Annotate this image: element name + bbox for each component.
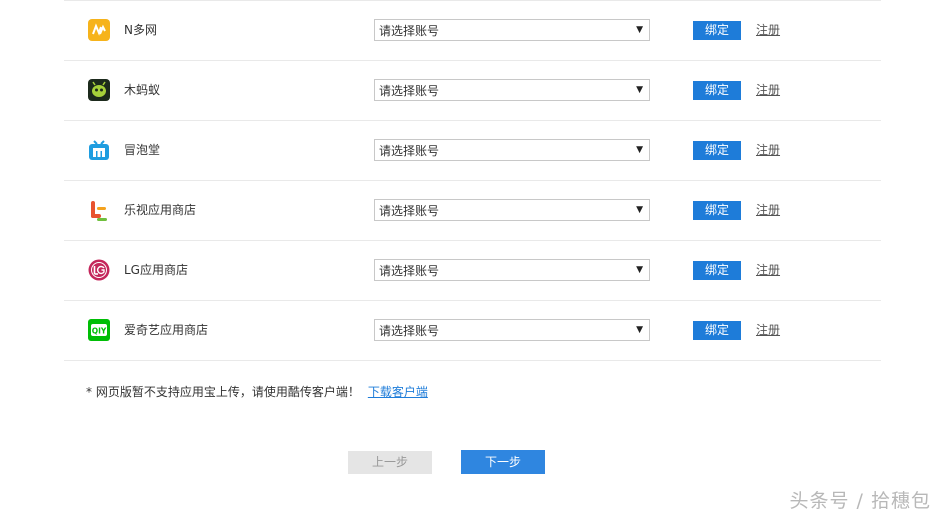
next-step-button[interactable]: 下一步	[461, 450, 545, 474]
bind-button[interactable]: 绑定	[693, 141, 741, 160]
dropdown-arrow-icon: ▼	[636, 145, 643, 155]
lg-icon	[88, 259, 110, 281]
bind-button[interactable]: 绑定	[693, 21, 741, 40]
account-select-value: 请选择账号	[379, 24, 440, 38]
svg-text:QIY: QIY	[92, 327, 107, 336]
letv-icon	[88, 199, 110, 221]
bind-button[interactable]: 绑定	[693, 81, 741, 100]
bind-button[interactable]: 绑定	[693, 321, 741, 340]
dropdown-arrow-icon: ▼	[636, 25, 643, 35]
store-binding-list: N多网 请选择账号 ▼ 绑定 注册 木蚂蚁 请选择账号 ▼ 绑定 注册 冒泡堂 …	[64, 0, 881, 361]
bind-button[interactable]: 绑定	[693, 261, 741, 280]
account-select[interactable]: 请选择账号 ▼	[374, 319, 650, 341]
mumayi-icon	[88, 79, 110, 101]
account-select-value: 请选择账号	[379, 264, 440, 278]
account-select[interactable]: 请选择账号 ▼	[374, 199, 650, 221]
upload-notice: * 网页版暂不支持应用宝上传，请使用酷传客户端！ 下载客户端	[86, 383, 428, 400]
register-link[interactable]: 注册	[756, 181, 780, 240]
store-row-mumayi: 木蚂蚁 请选择账号 ▼ 绑定 注册	[64, 61, 881, 121]
store-row-lg: LG应用商店 请选择账号 ▼ 绑定 注册	[64, 241, 881, 301]
register-link[interactable]: 注册	[756, 1, 780, 60]
maopaotang-icon	[88, 139, 110, 161]
bind-button[interactable]: 绑定	[693, 201, 741, 220]
nduo-icon	[88, 19, 110, 41]
watermark: 头条号 / 拾穗包	[789, 490, 931, 512]
account-select-value: 请选择账号	[379, 324, 440, 338]
account-select-value: 请选择账号	[379, 84, 440, 98]
store-name: 木蚂蚁	[124, 83, 161, 97]
store-name: 冒泡堂	[124, 143, 161, 157]
account-select[interactable]: 请选择账号 ▼	[374, 79, 650, 101]
account-select-value: 请选择账号	[379, 204, 440, 218]
account-select[interactable]: 请选择账号 ▼	[374, 19, 650, 41]
store-name: 爱奇艺应用商店	[124, 323, 209, 337]
account-select[interactable]: 请选择账号 ▼	[374, 259, 650, 281]
dropdown-arrow-icon: ▼	[636, 85, 643, 95]
download-client-link[interactable]: 下载客户端	[368, 385, 428, 399]
prev-step-button[interactable]: 上一步	[348, 451, 432, 474]
dropdown-arrow-icon: ▼	[636, 205, 643, 215]
register-link[interactable]: 注册	[756, 301, 780, 360]
store-row-nduo: N多网 请选择账号 ▼ 绑定 注册	[64, 1, 881, 61]
iqiyi-icon: QIY	[88, 319, 110, 341]
register-link[interactable]: 注册	[756, 241, 780, 300]
store-row-maopaotang: 冒泡堂 请选择账号 ▼ 绑定 注册	[64, 121, 881, 181]
register-link[interactable]: 注册	[756, 121, 780, 180]
notice-text: * 网页版暂不支持应用宝上传，请使用酷传客户端！	[86, 385, 360, 399]
store-row-letv: 乐视应用商店 请选择账号 ▼ 绑定 注册	[64, 181, 881, 241]
store-row-iqiyi: QIY 爱奇艺应用商店 请选择账号 ▼ 绑定 注册	[64, 301, 881, 361]
register-link[interactable]: 注册	[756, 61, 780, 120]
store-name: 乐视应用商店	[124, 203, 197, 217]
dropdown-arrow-icon: ▼	[636, 325, 643, 335]
account-select[interactable]: 请选择账号 ▼	[374, 139, 650, 161]
dropdown-arrow-icon: ▼	[636, 265, 643, 275]
store-name: LG应用商店	[124, 263, 188, 277]
store-name: N多网	[124, 23, 157, 37]
account-select-value: 请选择账号	[379, 144, 440, 158]
